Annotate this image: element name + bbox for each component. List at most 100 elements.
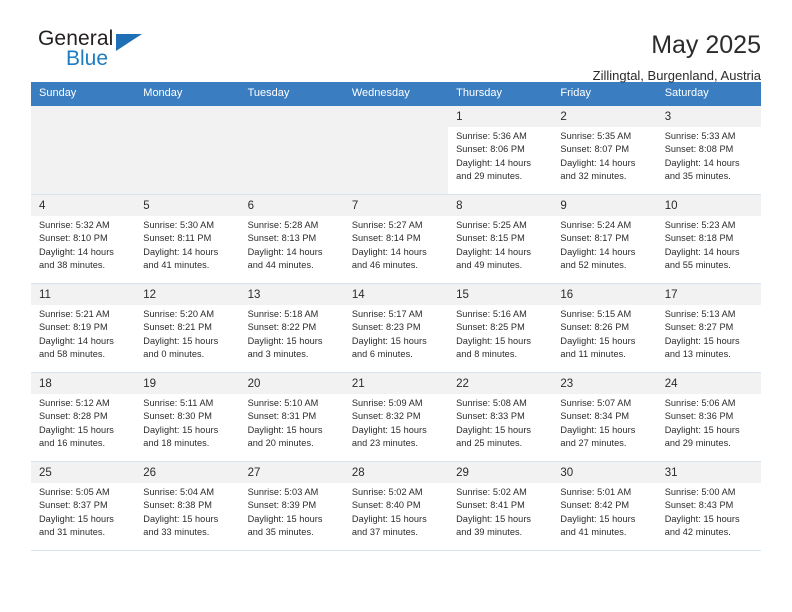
day-info-line-2: Sunset: 8:28 PM (39, 411, 108, 422)
calendar-day-cell[interactable]: 17 Sunrise: 5:13 AM Sunset: 8:27 PM Dayligh… (656, 283, 761, 373)
calendar-day-cell[interactable]: 20 Sunrise: 5:10 AM Sunset: 8:31 PM Dayligh… (239, 372, 344, 462)
calendar-day-cell[interactable]: 10 Sunrise: 5:23 AM Sunset: 8:18 PM Dayligh… (656, 194, 761, 284)
empty-day-cell (135, 106, 240, 194)
day-info-line-1: Sunrise: 5:12 AM (39, 398, 110, 408)
day-sun-info: Sunrise: 5:35 AM Sunset: 8:07 PM Daylight:… (560, 130, 649, 183)
calendar-day-cell[interactable]: 21 Sunrise: 5:09 AM Sunset: 8:32 PM Dayligh… (343, 372, 449, 462)
day-info-line-1: Sunrise: 5:36 AM (456, 131, 527, 141)
day-info-line-4: and 29 minutes. (664, 437, 731, 448)
day-cell-content: 5 Sunrise: 5:30 AM Sunset: 8:11 PM Daylight… (135, 195, 240, 283)
calendar-day-cell[interactable]: 2 Sunrise: 5:35 AM Sunset: 8:07 PM Daylight… (552, 105, 657, 195)
calendar-day-cell[interactable]: 27 Sunrise: 5:03 AM Sunset: 8:39 PM Dayligh… (239, 461, 344, 551)
day-info-line-4: and 37 minutes. (351, 526, 418, 537)
day-info-line-3: Daylight: 15 hours (664, 513, 740, 524)
calendar-day-cell[interactable]: 19 Sunrise: 5:11 AM Sunset: 8:30 PM Dayligh… (135, 372, 240, 462)
brand-logo[interactable]: General Blue (31, 28, 151, 80)
calendar-day-cell[interactable]: 1 Sunrise: 5:36 AM Sunset: 8:06 PM Daylight… (448, 105, 553, 195)
day-info-line-2: Sunset: 8:33 PM (456, 411, 525, 422)
day-sun-info: Sunrise: 5:21 AM Sunset: 8:19 PM Daylight:… (39, 308, 128, 361)
calendar-day-cell[interactable]: 14 Sunrise: 5:17 AM Sunset: 8:23 PM Dayligh… (343, 283, 449, 373)
day-info-line-1: Sunrise: 5:25 AM (456, 220, 527, 230)
calendar-day-cell[interactable]: 6 Sunrise: 5:28 AM Sunset: 8:13 PM Daylight… (239, 194, 344, 284)
day-sun-info: Sunrise: 5:18 AM Sunset: 8:22 PM Daylight:… (248, 308, 337, 361)
weekday-header-tuesday: Tuesday (239, 82, 344, 106)
day-cell-content: 1 Sunrise: 5:36 AM Sunset: 8:06 PM Daylight… (448, 106, 553, 194)
day-cell-content: 13 Sunrise: 5:18 AM Sunset: 8:22 PM Dayligh… (239, 284, 344, 372)
calendar-day-cell[interactable] (135, 105, 240, 195)
calendar-day-cell[interactable]: 29 Sunrise: 5:02 AM Sunset: 8:41 PM Dayligh… (448, 461, 553, 551)
calendar-day-cell[interactable] (239, 105, 344, 195)
calendar-day-cell[interactable]: 3 Sunrise: 5:33 AM Sunset: 8:08 PM Daylight… (656, 105, 761, 195)
calendar-day-cell[interactable]: 15 Sunrise: 5:16 AM Sunset: 8:25 PM Dayligh… (448, 283, 553, 373)
day-info-line-4: and 35 minutes. (247, 526, 314, 537)
day-info-line-2: Sunset: 8:38 PM (143, 500, 212, 511)
calendar-week-row: 25 Sunrise: 5:05 AM Sunset: 8:37 PM Dayligh… (31, 461, 761, 551)
calendar-day-cell[interactable]: 9 Sunrise: 5:24 AM Sunset: 8:17 PM Daylight… (552, 194, 657, 284)
calendar-day-cell[interactable]: 4 Sunrise: 5:32 AM Sunset: 8:10 PM Daylight… (31, 194, 136, 284)
day-info-line-2: Sunset: 8:39 PM (247, 500, 317, 511)
day-info-line-1: Sunrise: 5:17 AM (351, 309, 423, 319)
day-number: 15 (448, 284, 553, 305)
calendar-day-cell[interactable]: 5 Sunrise: 5:30 AM Sunset: 8:11 PM Daylight… (135, 194, 240, 284)
day-number: 14 (343, 284, 449, 305)
day-sun-info: Sunrise: 5:28 AM Sunset: 8:13 PM Daylight:… (248, 219, 337, 272)
day-sun-info: Sunrise: 5:13 AM Sunset: 8:27 PM Daylight:… (665, 308, 754, 361)
calendar-day-cell[interactable]: 25 Sunrise: 5:05 AM Sunset: 8:37 PM Dayligh… (31, 461, 136, 551)
day-info-line-3: Daylight: 15 hours (143, 335, 219, 346)
day-cell-content: 17 Sunrise: 5:13 AM Sunset: 8:27 PM Dayligh… (656, 284, 761, 372)
weekday-header-sunday: Sunday (31, 82, 136, 106)
day-cell-content: 4 Sunrise: 5:32 AM Sunset: 8:10 PM Daylight… (31, 195, 136, 283)
calendar-week-row: 1 Sunrise: 5:36 AM Sunset: 8:06 PM Daylight… (31, 105, 761, 195)
day-info-line-3: Daylight: 15 hours (560, 424, 636, 435)
day-info-line-4: and 8 minutes. (456, 348, 518, 359)
calendar-day-cell[interactable]: 16 Sunrise: 5:15 AM Sunset: 8:26 PM Dayligh… (552, 283, 657, 373)
day-number: 20 (239, 373, 344, 394)
calendar-day-cell[interactable]: 28 Sunrise: 5:02 AM Sunset: 8:40 PM Dayligh… (343, 461, 449, 551)
day-sun-info: Sunrise: 5:02 AM Sunset: 8:41 PM Daylight:… (456, 486, 545, 539)
day-info-line-1: Sunrise: 5:28 AM (247, 220, 319, 230)
calendar-day-cell[interactable]: 26 Sunrise: 5:04 AM Sunset: 8:38 PM Dayligh… (135, 461, 240, 551)
day-cell-content: 19 Sunrise: 5:11 AM Sunset: 8:30 PM Dayligh… (135, 373, 240, 461)
day-info-line-1: Sunrise: 5:30 AM (143, 220, 215, 230)
day-info-line-1: Sunrise: 5:10 AM (247, 398, 319, 408)
day-number: 19 (135, 373, 240, 394)
day-sun-info: Sunrise: 5:24 AM Sunset: 8:17 PM Daylight:… (560, 219, 649, 272)
day-number: 17 (656, 284, 761, 305)
day-info-line-3: Daylight: 15 hours (247, 424, 323, 435)
calendar-day-cell[interactable]: 24 Sunrise: 5:06 AM Sunset: 8:36 PM Dayligh… (656, 372, 761, 462)
calendar-day-cell[interactable]: 13 Sunrise: 5:18 AM Sunset: 8:22 PM Dayligh… (239, 283, 344, 373)
day-info-line-4: and 11 minutes. (560, 348, 626, 359)
day-info-line-2: Sunset: 8:18 PM (664, 233, 734, 244)
calendar-day-cell[interactable]: 22 Sunrise: 5:08 AM Sunset: 8:33 PM Dayligh… (448, 372, 553, 462)
day-cell-content: 28 Sunrise: 5:02 AM Sunset: 8:40 PM Dayligh… (343, 462, 449, 550)
day-number: 29 (448, 462, 553, 483)
calendar-day-cell[interactable]: 31 Sunrise: 5:00 AM Sunset: 8:43 PM Dayligh… (656, 461, 761, 551)
day-info-line-2: Sunset: 8:42 PM (560, 500, 630, 511)
day-sun-info: Sunrise: 5:25 AM Sunset: 8:15 PM Daylight:… (456, 219, 545, 272)
day-cell-content: 9 Sunrise: 5:24 AM Sunset: 8:17 PM Daylight… (552, 195, 657, 283)
day-info-line-4: and 41 minutes. (143, 259, 210, 270)
calendar-day-cell[interactable]: 7 Sunrise: 5:27 AM Sunset: 8:14 PM Daylight… (343, 194, 449, 284)
calendar-day-cell[interactable]: 12 Sunrise: 5:20 AM Sunset: 8:21 PM Dayligh… (135, 283, 240, 373)
empty-day-cell (343, 106, 449, 194)
day-info-line-3: Daylight: 14 hours (560, 246, 636, 257)
calendar-day-cell[interactable]: 11 Sunrise: 5:21 AM Sunset: 8:19 PM Dayligh… (31, 283, 136, 373)
day-info-line-1: Sunrise: 5:23 AM (664, 220, 736, 230)
day-sun-info: Sunrise: 5:01 AM Sunset: 8:42 PM Daylight:… (560, 486, 649, 539)
calendar-day-cell[interactable]: 23 Sunrise: 5:07 AM Sunset: 8:34 PM Dayligh… (552, 372, 657, 462)
day-sun-info: Sunrise: 5:09 AM Sunset: 8:32 PM Daylight:… (352, 397, 441, 450)
day-info-line-1: Sunrise: 5:05 AM (39, 487, 110, 497)
day-info-line-3: Daylight: 14 hours (39, 246, 114, 257)
day-info-line-1: Sunrise: 5:32 AM (39, 220, 110, 230)
calendar-day-cell[interactable]: 30 Sunrise: 5:01 AM Sunset: 8:42 PM Dayligh… (552, 461, 657, 551)
day-sun-info: Sunrise: 5:03 AM Sunset: 8:39 PM Daylight:… (248, 486, 337, 539)
calendar-day-cell[interactable] (31, 105, 136, 195)
day-info-line-2: Sunset: 8:34 PM (560, 411, 630, 422)
calendar-table: Sunday Monday Tuesday Wednesday Thursday… (31, 82, 761, 551)
calendar-day-cell[interactable] (343, 105, 449, 195)
day-info-line-3: Daylight: 15 hours (351, 424, 427, 435)
calendar-day-cell[interactable]: 18 Sunrise: 5:12 AM Sunset: 8:28 PM Dayligh… (31, 372, 136, 462)
day-number: 16 (552, 284, 657, 305)
calendar-week-row: 4 Sunrise: 5:32 AM Sunset: 8:10 PM Daylight… (31, 194, 761, 284)
calendar-day-cell[interactable]: 8 Sunrise: 5:25 AM Sunset: 8:15 PM Daylight… (448, 194, 553, 284)
